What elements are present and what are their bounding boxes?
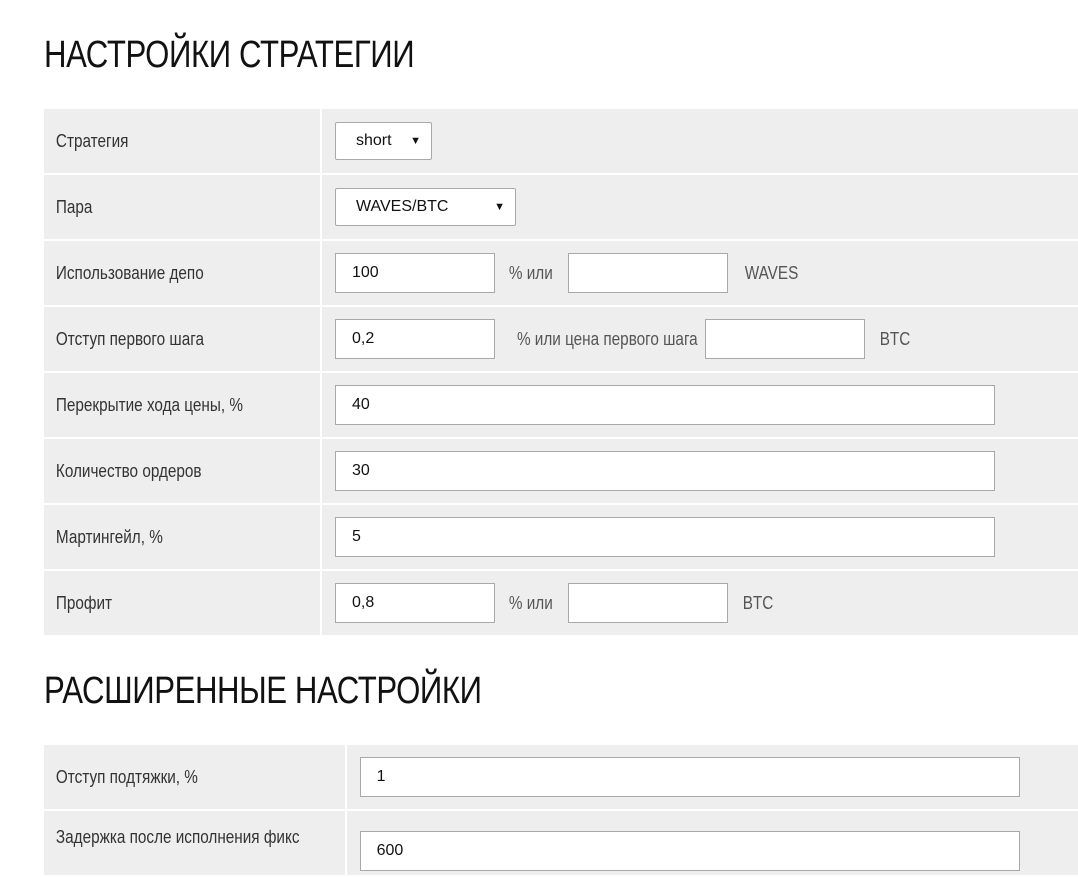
deposit-unit: WAVES (744, 262, 799, 283)
deposit-amount-input[interactable] (567, 253, 728, 293)
profit-amount-input[interactable] (567, 583, 728, 623)
first-step-price-input[interactable] (704, 319, 865, 359)
profit-label: Профит (55, 592, 113, 613)
dropdown-arrow-icon: ▼ (494, 201, 505, 213)
row-martingale: Мартингейл, % (44, 505, 1078, 571)
row-delay: Задержка после исполнения фикс (44, 811, 1078, 877)
orders-label: Количество ордеров (55, 460, 202, 481)
first-step-separator: % или цена первого шага (517, 328, 699, 349)
row-first-step: Отступ первого шага % или цена первого ш… (44, 307, 1078, 373)
strategy-label: Стратегия (55, 130, 129, 151)
row-pair: Пара WAVES/BTC ▼ (44, 175, 1078, 241)
strategy-selected-value: short (356, 132, 392, 149)
trailing-offset-input[interactable] (359, 757, 1020, 797)
first-step-offset-input[interactable] (335, 319, 495, 359)
delay-label: Задержка после исполнения фикс (55, 827, 300, 847)
row-deposit: Использование депо % или WAVES (44, 241, 1078, 307)
pair-select[interactable]: WAVES/BTC ▼ (335, 188, 516, 226)
row-strategy: Стратегия short ▼ (44, 109, 1078, 175)
dropdown-arrow-icon: ▼ (410, 135, 421, 147)
row-trailing: Отступ подтяжки, % (44, 745, 1078, 811)
pair-label: Пара (55, 196, 93, 217)
overlap-input[interactable] (335, 385, 995, 425)
overlap-label: Перекрытие хода цены, % (55, 394, 243, 415)
advanced-settings-table: Отступ подтяжки, % Задержка после исполн… (44, 745, 1078, 877)
first-step-unit: BTC (879, 328, 911, 349)
deposit-label: Использование депо (55, 262, 204, 283)
row-orders: Количество ордеров (44, 439, 1078, 505)
orders-count-input[interactable] (335, 451, 995, 491)
strategy-select[interactable]: short ▼ (335, 122, 432, 160)
first-step-label: Отступ первого шага (55, 328, 204, 349)
deposit-separator: % или (509, 262, 554, 283)
profit-separator: % или (509, 592, 554, 613)
martingale-input[interactable] (335, 517, 995, 557)
delay-input[interactable] (359, 831, 1020, 871)
profit-percent-input[interactable] (335, 583, 495, 623)
martingale-label: Мартингейл, % (55, 526, 163, 547)
row-profit: Профит % или BTC (44, 571, 1078, 637)
profit-unit: BTC (742, 592, 774, 613)
pair-selected-value: WAVES/BTC (356, 198, 449, 215)
row-overlap: Перекрытие хода цены, % (44, 373, 1078, 439)
strategy-settings-table: Стратегия short ▼ Пара WAVES/BTC ▼ Испол… (44, 109, 1078, 637)
advanced-settings-title: РАСШИРЕННЫЕ НАСТРОЙКИ (44, 670, 482, 712)
deposit-percent-input[interactable] (335, 253, 495, 293)
strategy-settings-title: НАСТРОЙКИ СТРАТЕГИИ (44, 34, 415, 76)
trailing-label: Отступ подтяжки, % (55, 766, 198, 787)
